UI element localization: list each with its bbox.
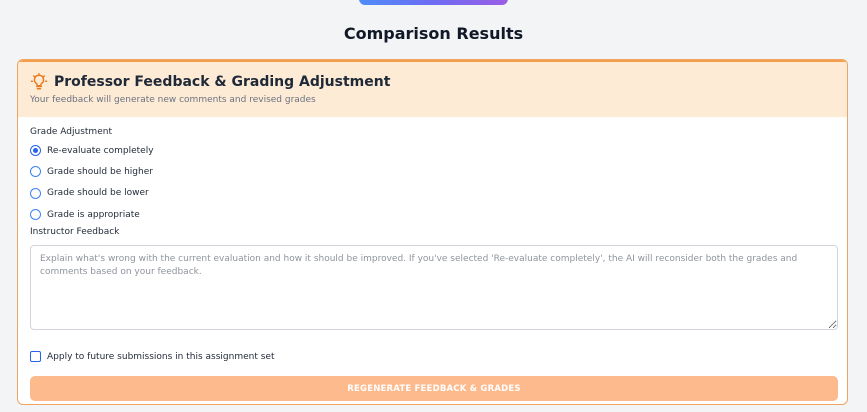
radio-lower[interactable]: [30, 187, 41, 199]
instructor-feedback-textarea[interactable]: [30, 245, 838, 331]
apply-future-checkbox[interactable]: [30, 351, 41, 363]
card-title: Professor Feedback & Grading Adjustment: [54, 74, 391, 90]
regenerate-button[interactable]: REGENERATE FEEDBACK & GRADES: [30, 376, 838, 402]
card-subtitle: Your feedback will generate new comments…: [30, 95, 316, 105]
radio-option-appropriate[interactable]: Grade is appropriate: [30, 204, 835, 225]
grade-adjustment-label: Grade Adjustment: [30, 127, 112, 137]
radio-label: Grade should be lower: [47, 188, 149, 199]
radio-higher[interactable]: [30, 166, 41, 178]
feedback-card-body: Grade Adjustment Re-evaluate completely …: [18, 117, 847, 402]
radio-reevaluate[interactable]: [30, 145, 41, 157]
page-title: Comparison Results: [343, 24, 524, 43]
lightbulb-icon: [30, 73, 48, 91]
apply-future-label: Apply to future submissions in this assi…: [47, 351, 275, 362]
radio-appropriate[interactable]: [30, 209, 41, 221]
instructor-feedback-label: Instructor Feedback: [30, 227, 120, 238]
radio-option-higher[interactable]: Grade should be higher: [30, 161, 835, 182]
radio-label: Grade should be higher: [47, 166, 153, 177]
radio-label: Grade is appropriate: [47, 209, 140, 220]
grade-adjustment-radio-group: Re-evaluate completely Grade should be h…: [30, 140, 835, 225]
feedback-card: Professor Feedback & Grading Adjustment …: [17, 59, 848, 405]
top-gradient-button[interactable]: [359, 0, 508, 5]
feedback-card-header: Professor Feedback & Grading Adjustment …: [18, 60, 847, 117]
radio-option-lower[interactable]: Grade should be lower: [30, 183, 835, 204]
radio-option-reevaluate[interactable]: Re-evaluate completely: [30, 140, 835, 161]
card-title-row: Professor Feedback & Grading Adjustment: [30, 62, 835, 91]
apply-future-option[interactable]: Apply to future submissions in this assi…: [30, 351, 835, 363]
radio-label: Re-evaluate completely: [47, 145, 154, 156]
